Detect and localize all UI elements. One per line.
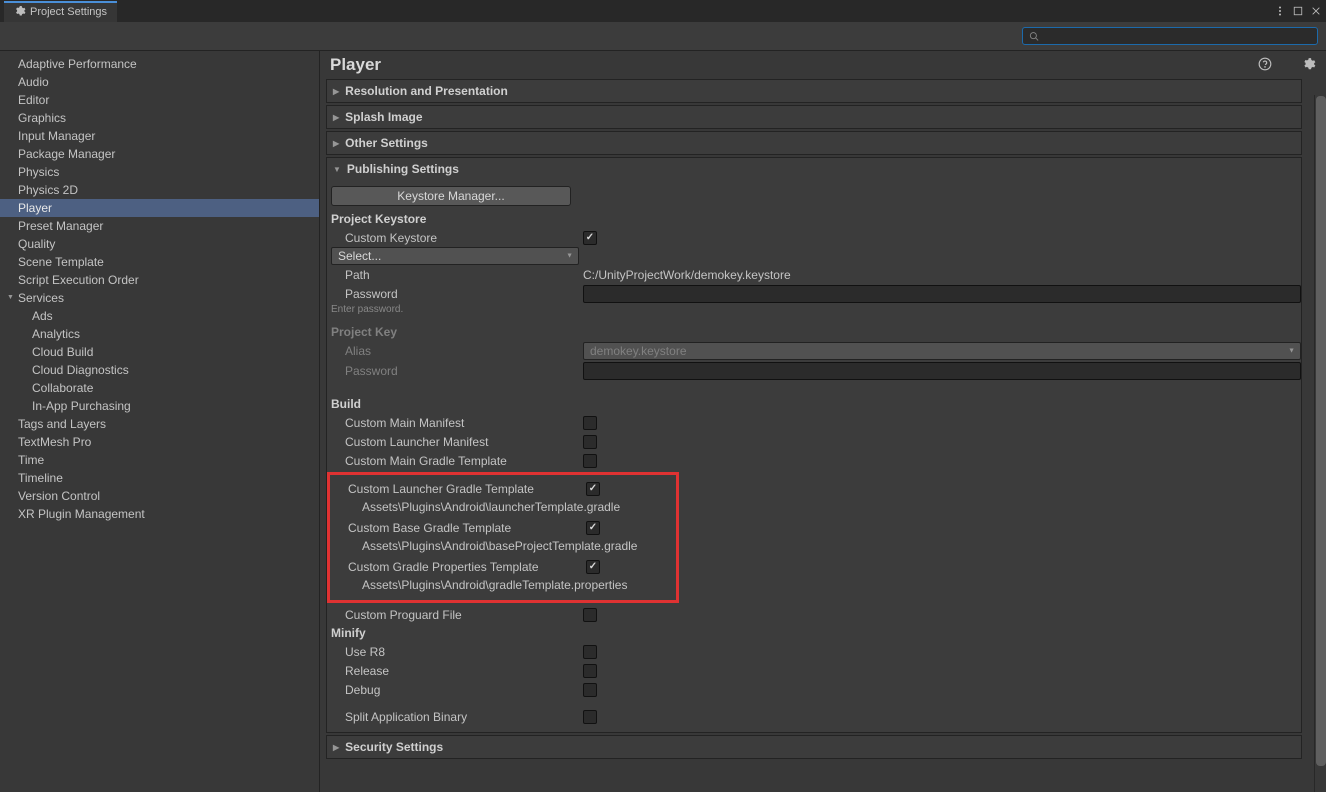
foldout-other[interactable]: ▶ Other Settings <box>327 132 1301 154</box>
window-tab[interactable]: Project Settings <box>4 1 117 22</box>
release-checkbox[interactable] <box>583 664 597 678</box>
chevron-right-icon: ▶ <box>333 87 339 96</box>
custom-keystore-checkbox[interactable] <box>583 231 597 245</box>
sidebar-item-adaptive-performance[interactable]: Adaptive Performance <box>0 55 319 73</box>
help-icon[interactable] <box>1258 57 1272 74</box>
custom-main-manifest-label: Custom Main Manifest <box>327 416 583 430</box>
split-app-binary-checkbox[interactable] <box>583 710 597 724</box>
keystore-password-label: Password <box>327 287 583 301</box>
chevron-down-icon: ▼ <box>333 165 341 174</box>
custom-proguard-label: Custom Proguard File <box>327 608 583 622</box>
sidebar-item-tags-and-layers[interactable]: Tags and Layers <box>0 415 319 433</box>
sidebar-item-in-app-purchasing[interactable]: In-App Purchasing <box>0 397 319 415</box>
sidebar-item-xr-plugin-management[interactable]: XR Plugin Management <box>0 505 319 523</box>
sidebar-item-analytics[interactable]: Analytics <box>0 325 319 343</box>
custom-main-gradle-checkbox[interactable] <box>583 454 597 468</box>
sidebar-item-physics-2d[interactable]: Physics 2D <box>0 181 319 199</box>
sidebar-item-version-control[interactable]: Version Control <box>0 487 319 505</box>
context-menu-icon[interactable] <box>1274 5 1286 17</box>
scrollbar-thumb[interactable] <box>1316 96 1326 766</box>
settings-preset-icon[interactable] <box>1280 57 1294 74</box>
custom-launcher-manifest-checkbox[interactable] <box>583 435 597 449</box>
gear-icon[interactable] <box>1302 57 1316 74</box>
custom-gradle-props-label: Custom Gradle Properties Template <box>330 560 586 574</box>
use-r8-label: Use R8 <box>327 645 583 659</box>
page-title: Player <box>330 55 381 75</box>
sidebar-item-collaborate[interactable]: Collaborate <box>0 379 319 397</box>
use-r8-checkbox[interactable] <box>583 645 597 659</box>
sidebar-item-physics[interactable]: Physics <box>0 163 319 181</box>
debug-label: Debug <box>327 683 583 697</box>
close-icon[interactable] <box>1310 5 1322 17</box>
vertical-scrollbar[interactable] <box>1314 95 1326 792</box>
search-input-container[interactable] <box>1022 27 1318 45</box>
key-password-label: Password <box>327 364 583 378</box>
custom-base-gradle-label: Custom Base Gradle Template <box>330 521 586 535</box>
sidebar-item-quality[interactable]: Quality <box>0 235 319 253</box>
maximize-icon[interactable] <box>1292 5 1304 17</box>
custom-main-manifest-checkbox[interactable] <box>583 416 597 430</box>
foldout-resolution[interactable]: ▶ Resolution and Presentation <box>327 80 1301 102</box>
sidebar-item-audio[interactable]: Audio <box>0 73 319 91</box>
sidebar-item-time[interactable]: Time <box>0 451 319 469</box>
foldout-splash[interactable]: ▶ Splash Image <box>327 106 1301 128</box>
chevron-right-icon: ▶ <box>333 139 339 148</box>
keystore-select-dropdown[interactable]: Select... <box>331 247 579 265</box>
gradle-props-path: Assets\Plugins\Android\gradleTemplate.pr… <box>330 576 676 596</box>
sidebar-item-graphics[interactable]: Graphics <box>0 109 319 127</box>
foldout-security[interactable]: ▶ Security Settings <box>327 736 1301 758</box>
custom-proguard-checkbox[interactable] <box>583 608 597 622</box>
sidebar-item-services[interactable]: Services <box>0 289 319 307</box>
custom-launcher-gradle-checkbox[interactable] <box>586 482 600 496</box>
debug-checkbox[interactable] <box>583 683 597 697</box>
keystore-path-value: C:/UnityProjectWork/demokey.keystore <box>583 268 791 282</box>
sidebar-item-player[interactable]: Player <box>0 199 319 217</box>
launcher-gradle-path: Assets\Plugins\Android\launcherTemplate.… <box>330 498 676 518</box>
window-title: Project Settings <box>30 6 107 18</box>
highlight-box: Custom Launcher Gradle Template Assets\P… <box>327 472 679 603</box>
sidebar-item-ads[interactable]: Ads <box>0 307 319 325</box>
custom-keystore-label: Custom Keystore <box>327 231 583 245</box>
minify-label: Minify <box>327 624 1301 642</box>
custom-base-gradle-checkbox[interactable] <box>586 521 600 535</box>
keystore-password-input[interactable] <box>583 285 1301 303</box>
sidebar-item-textmesh-pro[interactable]: TextMesh Pro <box>0 433 319 451</box>
project-keystore-label: Project Keystore <box>327 210 1301 228</box>
custom-gradle-props-checkbox[interactable] <box>586 560 600 574</box>
build-label: Build <box>327 395 1301 413</box>
custom-launcher-gradle-label: Custom Launcher Gradle Template <box>330 482 586 496</box>
sidebar-item-timeline[interactable]: Timeline <box>0 469 319 487</box>
base-gradle-path: Assets\Plugins\Android\baseProjectTempla… <box>330 537 676 557</box>
search-icon <box>1029 31 1039 42</box>
sidebar-item-package-manager[interactable]: Package Manager <box>0 145 319 163</box>
sidebar-item-script-execution-order[interactable]: Script Execution Order <box>0 271 319 289</box>
settings-sidebar: Adaptive PerformanceAudioEditorGraphicsI… <box>0 51 320 792</box>
sidebar-item-editor[interactable]: Editor <box>0 91 319 109</box>
sidebar-item-scene-template[interactable]: Scene Template <box>0 253 319 271</box>
custom-main-gradle-label: Custom Main Gradle Template <box>327 454 583 468</box>
sidebar-item-cloud-build[interactable]: Cloud Build <box>0 343 319 361</box>
key-password-input[interactable] <box>583 362 1301 380</box>
split-app-binary-label: Split Application Binary <box>327 710 583 724</box>
foldout-publishing[interactable]: ▼ Publishing Settings <box>327 158 1301 180</box>
project-key-label: Project Key <box>327 323 1301 341</box>
alias-dropdown[interactable]: demokey.keystore <box>583 342 1301 360</box>
password-hint: Enter password. <box>327 304 1301 315</box>
sidebar-item-preset-manager[interactable]: Preset Manager <box>0 217 319 235</box>
gear-icon <box>14 5 26 20</box>
sidebar-item-cloud-diagnostics[interactable]: Cloud Diagnostics <box>0 361 319 379</box>
sidebar-item-input-manager[interactable]: Input Manager <box>0 127 319 145</box>
chevron-right-icon: ▶ <box>333 113 339 122</box>
custom-launcher-manifest-label: Custom Launcher Manifest <box>327 435 583 449</box>
keystore-manager-button[interactable]: Keystore Manager... <box>331 186 571 206</box>
search-input[interactable] <box>1043 30 1311 42</box>
release-label: Release <box>327 664 583 678</box>
keystore-path-label: Path <box>327 268 583 282</box>
chevron-right-icon: ▶ <box>333 743 339 752</box>
alias-label: Alias <box>327 344 583 358</box>
